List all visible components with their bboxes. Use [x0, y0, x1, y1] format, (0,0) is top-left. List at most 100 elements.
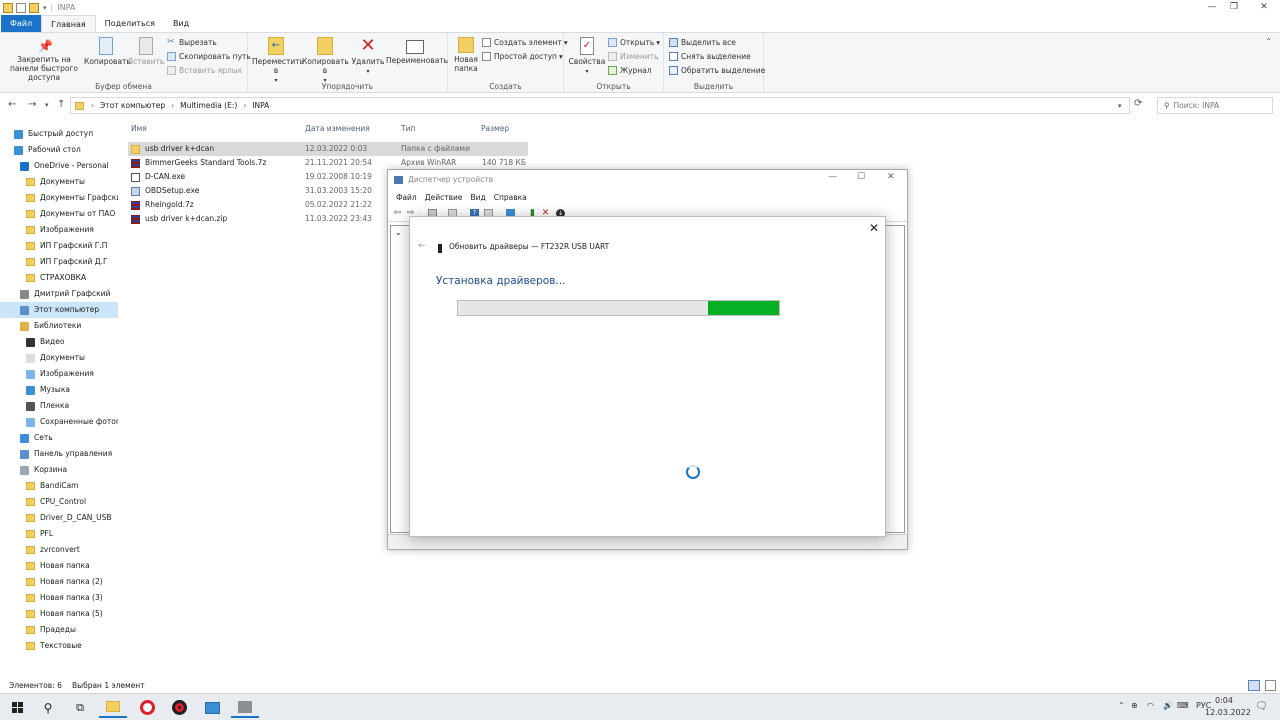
- nav-item[interactable]: Документы: [0, 350, 118, 366]
- nav-item[interactable]: Корзина: [0, 462, 118, 478]
- address-dropdown-icon[interactable]: ▾: [1118, 102, 1122, 110]
- address-path[interactable]: › Этот компьютер › Multimedia (E:) › INP…: [70, 97, 1130, 114]
- task-view-icon[interactable]: ⧉: [66, 697, 94, 718]
- wifi-tray-icon[interactable]: ◠: [1147, 701, 1154, 710]
- nav-item[interactable]: Прадеды: [0, 622, 118, 638]
- nav-item[interactable]: СТРАХОВКА: [0, 270, 118, 286]
- large-icons-view-icon[interactable]: [1265, 680, 1276, 691]
- dm-maximize-button[interactable]: ☐: [857, 172, 865, 182]
- tab-home[interactable]: Главная: [41, 15, 96, 32]
- breadcrumb-drive[interactable]: Multimedia (E:): [180, 101, 237, 110]
- dm-menu-help[interactable]: Справка: [494, 191, 527, 205]
- tree-expand-icon[interactable]: ⌄: [395, 228, 402, 237]
- nav-item[interactable]: Документы Графский: [0, 190, 118, 206]
- nav-item[interactable]: Этот компьютер: [0, 302, 118, 318]
- explorer-taskbar-icon[interactable]: [99, 697, 127, 718]
- paste-shortcut-button[interactable]: Вставить ярлык: [167, 66, 242, 75]
- keyboard-tray-icon[interactable]: ⌨: [1177, 701, 1189, 710]
- nav-item[interactable]: Изображения: [0, 366, 118, 382]
- nav-item[interactable]: Музыка: [0, 382, 118, 398]
- notifications-icon[interactable]: 🗨: [1255, 701, 1268, 712]
- nav-item[interactable]: BandiCam: [0, 478, 118, 494]
- nav-item[interactable]: Текстовые: [0, 638, 118, 654]
- record-taskbar-icon[interactable]: [165, 697, 193, 718]
- close-button[interactable]: ✕: [1250, 0, 1278, 15]
- tab-share[interactable]: Поделиться: [96, 15, 164, 32]
- nav-item[interactable]: Быстрый доступ: [0, 126, 118, 142]
- rename-button[interactable]: Переименовать: [386, 37, 448, 65]
- customize-quick-access-icon[interactable]: ▾: [43, 4, 47, 12]
- edit-button[interactable]: Изменить: [608, 52, 658, 61]
- history-button[interactable]: Журнал: [608, 66, 652, 75]
- dialog-close-button[interactable]: ✕: [869, 221, 879, 235]
- move-to-button[interactable]: ← Переместить в ▾: [252, 37, 304, 85]
- start-button[interactable]: [3, 697, 31, 718]
- dm-menu-file[interactable]: Файл: [396, 191, 417, 205]
- nav-item[interactable]: zvrconvert: [0, 542, 118, 558]
- recent-locations-icon[interactable]: ▾: [45, 101, 49, 109]
- details-view-icon[interactable]: [1248, 680, 1260, 691]
- copy-path-button[interactable]: Скопировать путь: [167, 52, 251, 61]
- properties-button[interactable]: ✓ Свойства ▾: [568, 37, 606, 76]
- nav-item[interactable]: Сеть: [0, 430, 118, 446]
- forward-arrow-icon[interactable]: →: [28, 99, 36, 110]
- nav-item[interactable]: Новая папка (3): [0, 590, 118, 606]
- tab-view[interactable]: Вид: [164, 15, 198, 32]
- dm-back-icon[interactable]: ⇦: [393, 209, 402, 218]
- invert-selection-button[interactable]: Обратить выделение: [669, 66, 765, 75]
- device-manager-taskbar-icon[interactable]: [231, 697, 259, 718]
- select-all-button[interactable]: Выделить все: [669, 38, 736, 47]
- new-folder-button[interactable]: Новая папка: [452, 37, 480, 73]
- nav-item[interactable]: ИП Графский Г.П: [0, 238, 118, 254]
- file-row[interactable]: BimmerGeeks Standard Tools.7z 21.11.2021 …: [128, 156, 528, 170]
- nav-item[interactable]: CPU_Control: [0, 494, 118, 510]
- nav-item[interactable]: Новая папка (5): [0, 606, 118, 622]
- back-arrow-icon[interactable]: ←: [8, 99, 16, 110]
- up-arrow-icon[interactable]: ↑: [57, 99, 65, 110]
- column-type-header[interactable]: Тип: [401, 122, 415, 136]
- opera-taskbar-icon[interactable]: [133, 697, 161, 718]
- properties-quick-icon[interactable]: [16, 2, 26, 13]
- copy-button[interactable]: Копировать: [84, 37, 131, 66]
- dm-minimize-button[interactable]: —: [828, 172, 837, 182]
- collapse-ribbon-icon[interactable]: ⌃: [1265, 37, 1272, 46]
- new-item-button[interactable]: Создать элемент ▾: [482, 38, 568, 47]
- nav-item[interactable]: Новая папка (2): [0, 574, 118, 590]
- nav-item[interactable]: Сохраненные фотогр: [0, 414, 118, 430]
- refresh-icon[interactable]: ⟳: [1134, 98, 1142, 109]
- network-tray-icon[interactable]: ⊕: [1131, 701, 1138, 710]
- dialog-back-arrow-icon[interactable]: ←: [418, 241, 426, 251]
- remote-desktop-taskbar-icon[interactable]: [198, 697, 226, 718]
- delete-button[interactable]: ✕ Удалить ▾: [350, 37, 386, 76]
- column-date-header[interactable]: Дата изменения: [305, 122, 370, 136]
- cut-button[interactable]: ✂ Вырезать: [167, 38, 217, 48]
- file-row[interactable]: usb driver k+dcan 12.03.2022 0:03 Папка с …: [128, 142, 528, 156]
- nav-item[interactable]: Рабочий стол: [0, 142, 118, 158]
- dm-close-button[interactable]: ✕: [887, 172, 895, 182]
- clock-date[interactable]: 12.03.2022: [1205, 708, 1251, 717]
- nav-item[interactable]: PFL: [0, 526, 118, 542]
- open-button[interactable]: Открыть ▾: [608, 38, 660, 47]
- pin-quick-access-button[interactable]: 📌 Закрепить на панели быстрого доступа: [4, 39, 84, 82]
- nav-item[interactable]: Новая папка: [0, 558, 118, 574]
- select-none-button[interactable]: Снять выделение: [669, 52, 751, 61]
- copy-to-button[interactable]: Копировать в ▾: [302, 37, 349, 85]
- nav-item[interactable]: Дмитрий Графский: [0, 286, 118, 302]
- nav-item[interactable]: Панель управления: [0, 446, 118, 462]
- nav-item[interactable]: OneDrive - Personal: [0, 158, 118, 174]
- dm-menu-action[interactable]: Действие: [425, 191, 463, 205]
- tray-chevron-icon[interactable]: ⌃: [1118, 701, 1125, 710]
- nav-item[interactable]: Пленка: [0, 398, 118, 414]
- nav-item[interactable]: Изображения: [0, 222, 118, 238]
- paste-button[interactable]: Вставить: [128, 37, 164, 66]
- dm-menu-view[interactable]: Вид: [470, 191, 485, 205]
- clock-time[interactable]: 0:04: [1215, 696, 1233, 705]
- breadcrumb-this-pc[interactable]: Этот компьютер: [100, 101, 165, 110]
- nav-item[interactable]: Документы от ПАО К: [0, 206, 118, 222]
- maximize-button[interactable]: ❐: [1220, 0, 1248, 15]
- column-name-header[interactable]: Имя: [131, 122, 147, 136]
- nav-item[interactable]: ИП Графский Д.Г: [0, 254, 118, 270]
- volume-tray-icon[interactable]: 🔊: [1163, 701, 1173, 710]
- column-size-header[interactable]: Размер: [481, 122, 509, 136]
- nav-item[interactable]: Видео: [0, 334, 118, 350]
